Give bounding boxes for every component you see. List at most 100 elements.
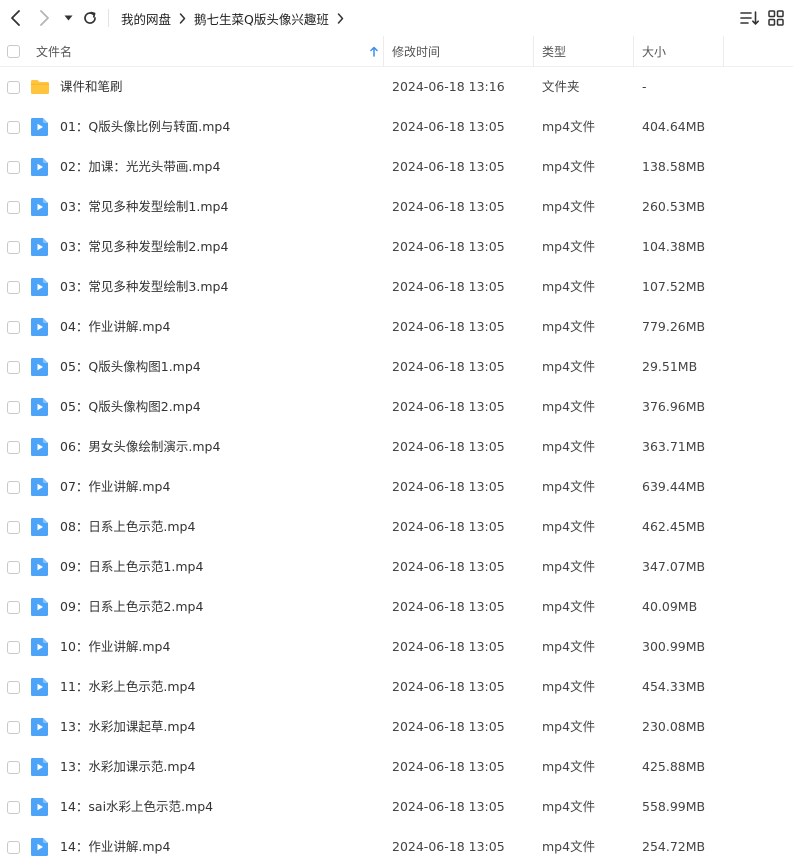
row-checkbox[interactable] [7, 681, 20, 694]
row-checkbox[interactable] [7, 521, 20, 534]
video-file-icon [30, 597, 50, 617]
file-type: mp4文件 [542, 759, 596, 774]
file-size: 104.38MB [642, 239, 706, 254]
file-modified-time: 2024-06-18 13:05 [392, 479, 505, 494]
file-size: - [642, 79, 647, 94]
file-row[interactable]: 03：常见多种发型绘制3.mp4 2024-06-18 13:05 mp4文件 … [0, 267, 793, 307]
column-header-modified[interactable]: 修改时间 [392, 36, 440, 67]
file-row[interactable]: 03：常见多种发型绘制2.mp4 2024-06-18 13:05 mp4文件 … [0, 227, 793, 267]
row-checkbox[interactable] [7, 601, 20, 614]
breadcrumb-expand-icon[interactable] [337, 12, 344, 24]
refresh-button[interactable] [80, 8, 100, 28]
file-name[interactable]: 13：水彩加课起草.mp4 [60, 707, 195, 747]
row-checkbox[interactable] [7, 401, 20, 414]
row-checkbox[interactable] [7, 281, 20, 294]
file-row[interactable]: 07：作业讲解.mp4 2024-06-18 13:05 mp4文件 639.4… [0, 467, 793, 507]
file-row[interactable]: 03：常见多种发型绘制1.mp4 2024-06-18 13:05 mp4文件 … [0, 187, 793, 227]
column-header-size[interactable]: 大小 [642, 36, 666, 67]
file-name[interactable]: 13：水彩加课示范.mp4 [60, 747, 195, 787]
file-name[interactable]: 14：作业讲解.mp4 [60, 827, 170, 867]
file-size: 558.99MB [642, 799, 706, 814]
row-checkbox[interactable] [7, 561, 20, 574]
column-header-type[interactable]: 类型 [542, 36, 566, 67]
file-modified-time: 2024-06-18 13:05 [392, 159, 505, 174]
file-modified-time: 2024-06-18 13:05 [392, 679, 505, 694]
column-header-name[interactable]: 文件名 [36, 36, 382, 67]
file-row[interactable]: 02：加课：光光头带画.mp4 2024-06-18 13:05 mp4文件 1… [0, 147, 793, 187]
file-row[interactable]: 05：Q版头像构图1.mp4 2024-06-18 13:05 mp4文件 29… [0, 347, 793, 387]
file-row[interactable]: 08：日系上色示范.mp4 2024-06-18 13:05 mp4文件 462… [0, 507, 793, 547]
file-size: 639.44MB [642, 479, 706, 494]
file-type: mp4文件 [542, 639, 596, 654]
file-row[interactable]: 14：作业讲解.mp4 2024-06-18 13:05 mp4文件 254.7… [0, 827, 793, 867]
grid-view-button[interactable] [767, 9, 785, 27]
breadcrumb-current[interactable]: 鹅七生菜Q版头像兴趣班 [194, 9, 329, 28]
file-name[interactable]: 08：日系上色示范.mp4 [60, 507, 195, 547]
file-row[interactable]: 09：日系上色示范2.mp4 2024-06-18 13:05 mp4文件 40… [0, 587, 793, 627]
video-file-icon [30, 117, 50, 137]
file-row[interactable]: 13：水彩加课示范.mp4 2024-06-18 13:05 mp4文件 425… [0, 747, 793, 787]
select-all-checkbox[interactable] [7, 45, 20, 58]
file-name[interactable]: 课件和笔刷 [60, 67, 123, 107]
header-separator[interactable] [533, 36, 534, 67]
row-checkbox[interactable] [7, 721, 20, 734]
file-name[interactable]: 14：sai水彩上色示范.mp4 [60, 787, 213, 827]
row-checkbox[interactable] [7, 641, 20, 654]
row-checkbox[interactable] [7, 841, 20, 854]
file-name[interactable]: 06：男女头像绘制演示.mp4 [60, 427, 220, 467]
history-dropdown-button[interactable] [59, 8, 77, 28]
row-checkbox[interactable] [7, 121, 20, 134]
file-row[interactable]: 11：水彩上色示范.mp4 2024-06-18 13:05 mp4文件 454… [0, 667, 793, 707]
forward-button[interactable] [34, 8, 54, 28]
back-button[interactable] [6, 8, 26, 28]
file-name[interactable]: 01：Q版头像比例与转面.mp4 [60, 107, 230, 147]
file-name[interactable]: 03：常见多种发型绘制2.mp4 [60, 227, 228, 267]
file-name[interactable]: 05：Q版头像构图2.mp4 [60, 387, 201, 427]
file-name[interactable]: 03：常见多种发型绘制1.mp4 [60, 187, 228, 227]
row-checkbox[interactable] [7, 761, 20, 774]
row-checkbox[interactable] [7, 201, 20, 214]
row-checkbox[interactable] [7, 801, 20, 814]
breadcrumb-root[interactable]: 我的网盘 [121, 9, 171, 28]
grid-view-icon [768, 10, 784, 26]
file-name[interactable]: 02：加课：光光头带画.mp4 [60, 147, 220, 187]
header-separator[interactable] [383, 36, 384, 67]
breadcrumb: 我的网盘 鹅七生菜Q版头像兴趣班 [121, 0, 352, 36]
file-name[interactable]: 10：作业讲解.mp4 [60, 627, 170, 667]
video-file-icon [30, 397, 50, 417]
file-row[interactable]: 13：水彩加课起草.mp4 2024-06-18 13:05 mp4文件 230… [0, 707, 793, 747]
file-row[interactable]: 09：日系上色示范1.mp4 2024-06-18 13:05 mp4文件 34… [0, 547, 793, 587]
file-modified-time: 2024-06-18 13:05 [392, 639, 505, 654]
row-checkbox[interactable] [7, 321, 20, 334]
file-name[interactable]: 09：日系上色示范1.mp4 [60, 547, 203, 587]
video-file-icon [30, 637, 50, 657]
file-name[interactable]: 09：日系上色示范2.mp4 [60, 587, 203, 627]
header-separator[interactable] [723, 36, 724, 67]
file-row[interactable]: 04：作业讲解.mp4 2024-06-18 13:05 mp4文件 779.2… [0, 307, 793, 347]
row-checkbox[interactable] [7, 441, 20, 454]
file-row[interactable]: 05：Q版头像构图2.mp4 2024-06-18 13:05 mp4文件 37… [0, 387, 793, 427]
file-modified-time: 2024-06-18 13:05 [392, 799, 505, 814]
file-row[interactable]: 课件和笔刷 2024-06-18 13:16 文件夹 - [0, 67, 793, 107]
row-checkbox[interactable] [7, 161, 20, 174]
file-type: mp4文件 [542, 159, 596, 174]
video-file-icon [30, 477, 50, 497]
file-name[interactable]: 07：作业讲解.mp4 [60, 467, 170, 507]
file-row[interactable]: 01：Q版头像比例与转面.mp4 2024-06-18 13:05 mp4文件 … [0, 107, 793, 147]
row-checkbox[interactable] [7, 241, 20, 254]
file-row[interactable]: 14：sai水彩上色示范.mp4 2024-06-18 13:05 mp4文件 … [0, 787, 793, 827]
header-separator[interactable] [633, 36, 634, 67]
file-name[interactable]: 03：常见多种发型绘制3.mp4 [60, 267, 228, 307]
file-name[interactable]: 04：作业讲解.mp4 [60, 307, 170, 347]
file-row[interactable]: 06：男女头像绘制演示.mp4 2024-06-18 13:05 mp4文件 3… [0, 427, 793, 467]
file-type: 文件夹 [542, 79, 580, 94]
row-checkbox[interactable] [7, 481, 20, 494]
row-checkbox[interactable] [7, 81, 20, 94]
file-name[interactable]: 11：水彩上色示范.mp4 [60, 667, 195, 707]
file-modified-time: 2024-06-18 13:05 [392, 199, 505, 214]
select-all-cell [7, 36, 20, 67]
file-name[interactable]: 05：Q版头像构图1.mp4 [60, 347, 201, 387]
file-row[interactable]: 10：作业讲解.mp4 2024-06-18 13:05 mp4文件 300.9… [0, 627, 793, 667]
row-checkbox[interactable] [7, 361, 20, 374]
sort-button[interactable] [740, 9, 760, 27]
